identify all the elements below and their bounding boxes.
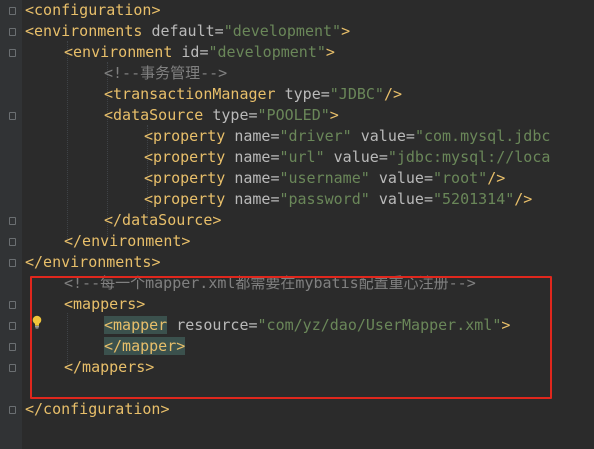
xml-equals: = (320, 85, 330, 103)
xml-attribute-name: name (234, 190, 271, 208)
xml-tag-name: <dataSource (104, 106, 204, 124)
xml-attribute-value: "password" (279, 190, 370, 208)
xml-attribute-name: name (234, 127, 271, 145)
xml-tag-close: > (151, 253, 161, 271)
xml-tag-name: <property (144, 169, 226, 187)
xml-equals: = (405, 127, 415, 145)
xml-attribute-value: "driver" (279, 127, 352, 145)
xml-attribute-value: "url" (279, 148, 325, 166)
code-line[interactable]: </configuration> (25, 399, 170, 420)
xml-tag-close: > (181, 232, 191, 250)
fold-marker-icon[interactable] (9, 217, 16, 225)
xml-equals: = (199, 43, 209, 61)
xml-tag-close: > (212, 211, 222, 229)
xml-attribute-name: type (284, 85, 321, 103)
xml-attribute-name: name (234, 148, 271, 166)
fold-marker-icon[interactable] (9, 322, 16, 330)
code-line[interactable]: <environment id="development"> (64, 42, 335, 63)
code-line[interactable]: <environments default="development"> (25, 21, 350, 42)
code-line[interactable]: </environments> (25, 252, 160, 273)
xml-tag-close: > (160, 400, 170, 418)
code-line[interactable]: <property name="url" value="jdbc:mysql:/… (144, 147, 550, 168)
xml-attribute-name: type (212, 106, 249, 124)
fold-marker-icon[interactable] (9, 112, 16, 120)
highlight-annotation-box (30, 276, 552, 399)
xml-tag-name: </environments (25, 253, 152, 271)
xml-attribute-name: default (151, 22, 215, 40)
code-line[interactable]: <property name="driver" value="com.mysql… (144, 126, 550, 147)
xml-tag-name: <configuration (25, 1, 152, 19)
xml-attribute-value: "com.mysql.jdbc (414, 127, 551, 145)
xml-attribute-value: "username" (279, 169, 370, 187)
xml-attribute-name: value (333, 148, 379, 166)
fold-marker-icon[interactable] (9, 49, 16, 57)
xml-equals: = (248, 106, 258, 124)
xml-equals: = (423, 169, 433, 187)
xml-tag-close: > (329, 106, 339, 124)
xml-tag-close: /> (514, 190, 533, 208)
fold-marker-icon[interactable] (9, 238, 16, 246)
xml-attribute-name: value (378, 169, 424, 187)
xml-attribute-name: name (234, 169, 271, 187)
xml-tag-close: > (341, 22, 351, 40)
xml-attribute-name: value (378, 190, 424, 208)
code-line[interactable]: </environment> (64, 231, 190, 252)
xml-equals: = (378, 148, 388, 166)
xml-attribute-value: "POOLED" (257, 106, 330, 124)
xml-attribute-value: "5201314" (433, 190, 515, 208)
fold-marker-icon[interactable] (9, 7, 16, 15)
fold-marker-icon[interactable] (9, 364, 16, 372)
xml-tag-name: </configuration (25, 400, 161, 418)
xml-tag-close: /> (487, 169, 506, 187)
code-line[interactable]: <property name="password" value="5201314… (144, 189, 532, 210)
fold-marker-icon[interactable] (9, 301, 16, 309)
code-line[interactable]: <configuration> (25, 0, 160, 21)
code-line[interactable]: <dataSource type="POOLED"> (104, 105, 339, 126)
xml-tag-name: <transactionManager (104, 85, 276, 103)
xml-tag-name: <environments (25, 22, 143, 40)
fold-marker-icon[interactable] (9, 28, 16, 36)
xml-tag-name: <property (144, 127, 226, 145)
xml-tag-name: </dataSource (104, 211, 213, 229)
xml-attribute-value: "root" (433, 169, 488, 187)
xml-tag-name: </environment (64, 232, 182, 250)
xml-attribute-name: value (360, 127, 406, 145)
indent-guide (67, 41, 68, 241)
xml-tag-name: <environment (64, 43, 173, 61)
xml-comment: <!--事务管理--> (104, 64, 228, 82)
xml-attribute-value: "development" (208, 43, 326, 61)
xml-attribute-value: "jdbc:mysql://loca (387, 148, 551, 166)
code-line[interactable]: <transactionManager type="JDBC"/> (104, 84, 402, 105)
xml-tag-name: <property (144, 148, 226, 166)
xml-tag-close: /> (383, 85, 403, 103)
fold-marker-icon[interactable] (9, 406, 16, 414)
code-line[interactable]: </dataSource> (104, 210, 221, 231)
xml-attribute-name: id (181, 43, 200, 61)
xml-tag-name: <property (144, 190, 226, 208)
xml-equals: = (214, 22, 224, 40)
code-line[interactable]: <!--事务管理--> (104, 63, 227, 84)
fold-marker-icon[interactable] (9, 343, 16, 351)
code-line[interactable]: <property name="username" value="root"/> (144, 168, 505, 189)
xml-equals: = (423, 190, 433, 208)
xml-tag-close: > (325, 43, 335, 61)
xml-attribute-value: "development" (223, 22, 342, 40)
xml-tag-close: > (151, 1, 161, 19)
xml-attribute-value: "JDBC" (329, 85, 384, 103)
fold-marker-icon[interactable] (9, 259, 16, 267)
